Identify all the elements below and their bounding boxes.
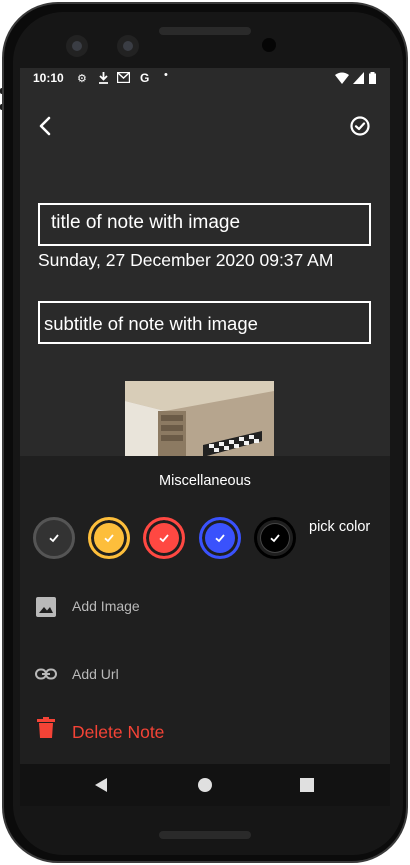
note-subtitle-input[interactable]: subtitle of note with image (38, 301, 371, 344)
check-icon (257, 520, 293, 556)
note-date: Sunday, 27 December 2020 09:37 AM (38, 250, 334, 270)
check-icon (91, 520, 127, 556)
system-navigation-bar (20, 764, 390, 806)
note-image[interactable] (125, 381, 274, 461)
front-camera-icon (117, 35, 139, 57)
pick-color-label[interactable]: pick color (309, 519, 370, 535)
bottom-speaker (159, 831, 251, 839)
top-speaker (159, 27, 251, 35)
download-icon (98, 72, 109, 87)
color-swatch-black[interactable] (254, 517, 296, 559)
back-icon[interactable] (34, 114, 58, 138)
add-url-option[interactable]: Add Url (72, 666, 119, 682)
color-swatch-red[interactable] (143, 517, 185, 559)
note-title-input[interactable]: title of note with image (38, 203, 371, 246)
check-icon (36, 520, 72, 556)
signal-icon (353, 72, 364, 87)
dot-icon: • (164, 69, 168, 81)
recents-nav-icon[interactable] (296, 764, 318, 806)
check-icon (146, 520, 182, 556)
status-bar: 10:10 ⚙ G • (20, 68, 390, 90)
color-swatch-default[interactable] (33, 517, 75, 559)
gmail-icon (116, 71, 131, 86)
miscellaneous-sheet: Miscellaneous pick color Add Image Add U… (20, 456, 390, 806)
sensor-icon (262, 38, 276, 52)
status-time: 10:10 (33, 71, 64, 85)
google-g-icon: G (140, 71, 150, 85)
check-icon (202, 520, 238, 556)
image-icon[interactable] (35, 596, 57, 618)
delete-note-option[interactable]: Delete Note (72, 722, 164, 743)
check-circle-icon[interactable] (348, 114, 372, 138)
battery-icon (369, 72, 376, 87)
back-nav-icon[interactable] (90, 764, 112, 806)
phone-frame: 10:10 ⚙ G • title of note with image Sun… (0, 0, 410, 865)
add-image-option[interactable]: Add Image (72, 598, 140, 614)
home-nav-icon[interactable] (194, 764, 216, 806)
link-icon[interactable] (35, 663, 57, 685)
trash-icon[interactable] (37, 717, 59, 739)
color-swatch-yellow[interactable] (88, 517, 130, 559)
sheet-title: Miscellaneous (159, 473, 251, 489)
gear-icon: ⚙ (77, 73, 87, 85)
wifi-icon (335, 72, 349, 87)
front-camera-icon (66, 35, 88, 57)
color-swatch-blue[interactable] (199, 517, 241, 559)
app-screen: 10:10 ⚙ G • title of note with image Sun… (20, 68, 390, 806)
